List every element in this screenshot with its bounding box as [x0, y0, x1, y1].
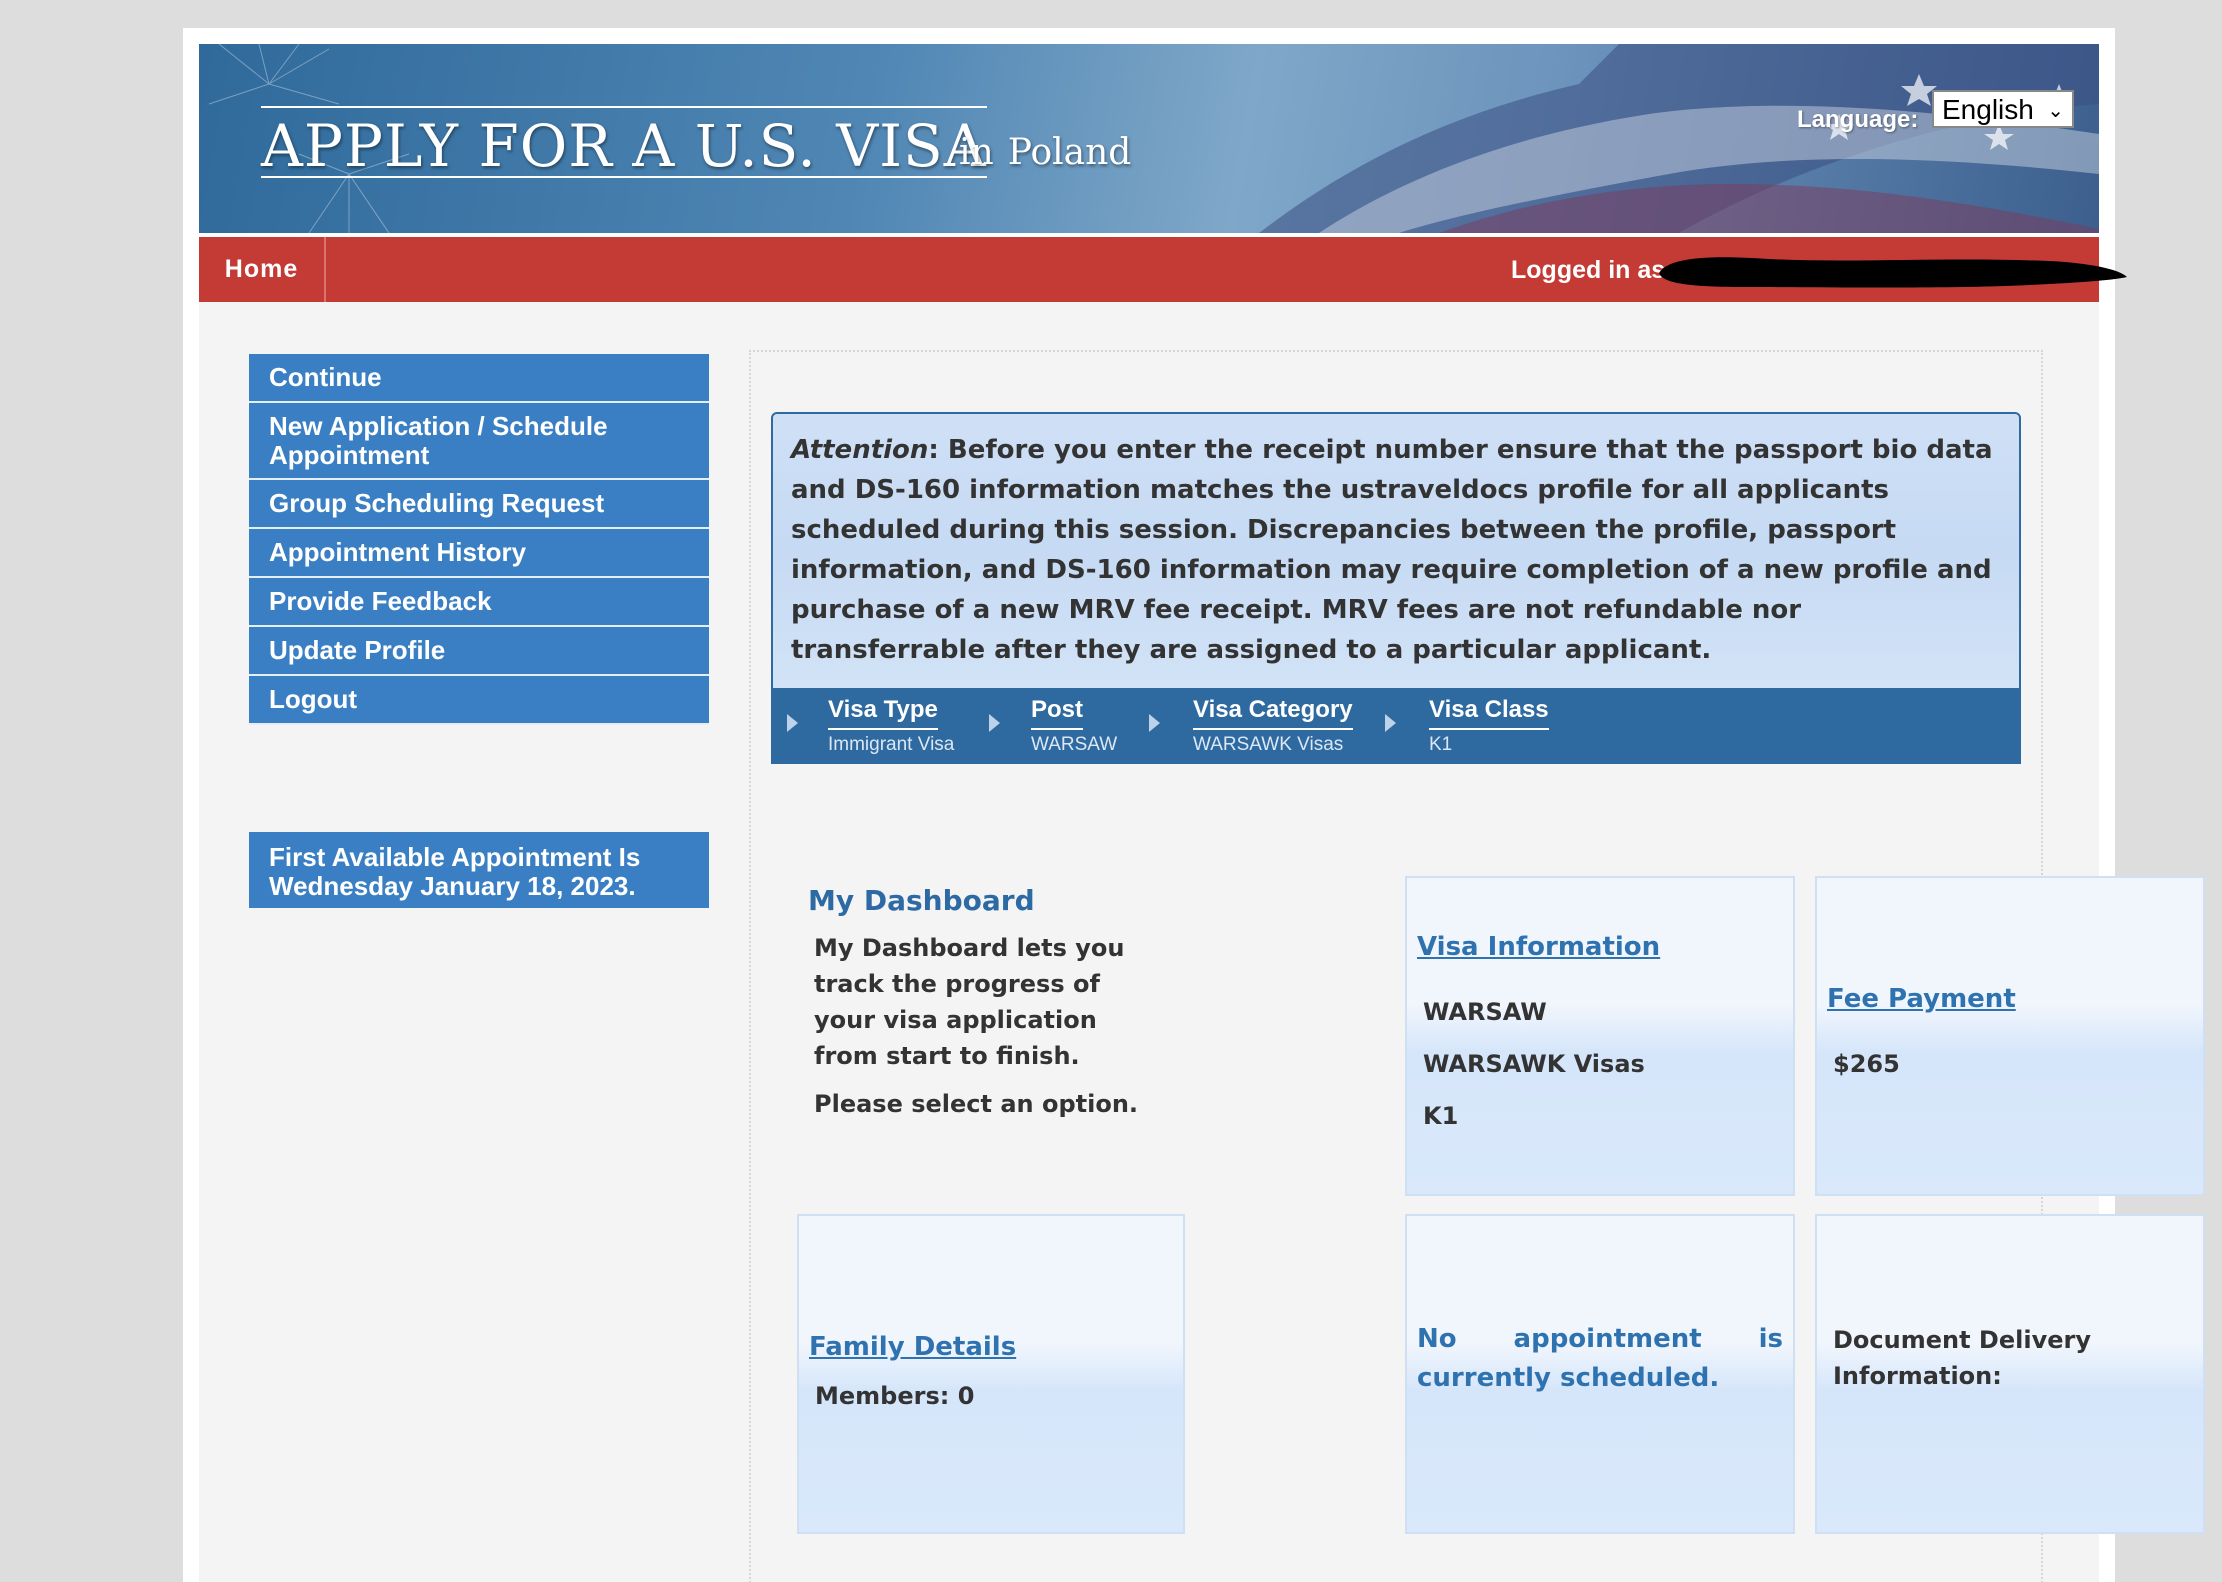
document-delivery-card: Document Delivery Information: — [1815, 1214, 2205, 1534]
sidebar-menu: Continue New Application / Schedule Appo… — [249, 354, 709, 725]
sidebar-item-group-scheduling[interactable]: Group Scheduling Request — [249, 480, 709, 529]
visa-category-value: WARSAWK Visas — [1423, 1050, 1645, 1078]
chevron-down-icon: ⌄ — [2047, 100, 2064, 122]
visa-class-value: K1 — [1423, 1102, 1459, 1130]
attention-text: : Before you enter the receipt number en… — [791, 435, 1993, 665]
first-available-appointment: First Available Appointment Is Wednesday… — [249, 832, 709, 908]
breadcrumb-title: Visa Type — [828, 696, 938, 730]
visa-breadcrumb: Visa Type Immigrant Visa Post WARSAW Vis… — [771, 688, 2021, 764]
sidebar-item-continue[interactable]: Continue — [249, 354, 709, 403]
fee-payment-card: Fee Payment $265 — [1815, 876, 2205, 1196]
breadcrumb-value: K1 — [1429, 734, 1453, 755]
in-word: in — [959, 132, 994, 173]
sidebar-item-label: Update Profile — [269, 635, 446, 665]
visa-post-value: WARSAW — [1423, 998, 1547, 1026]
sidebar-item-provide-feedback[interactable]: Provide Feedback — [249, 578, 709, 627]
breadcrumb-title: Post — [1031, 696, 1084, 730]
sidebar-item-label: Group Scheduling Request — [269, 488, 605, 518]
home-link[interactable]: Home — [199, 237, 326, 302]
page: APPLY FOR A U.S. VISA in Poland Language:… — [183, 28, 2205, 1582]
header-banner: APPLY FOR A U.S. VISA in Poland Language:… — [199, 44, 2099, 233]
family-details-link[interactable]: Family Details — [809, 1332, 1016, 1362]
sidebar-item-new-application[interactable]: New Application / Schedule Appointment — [249, 403, 709, 480]
attention-notice: Attention: Before you enter the receipt … — [771, 412, 2021, 690]
logged-in-label: Logged in as — [1511, 256, 1666, 284]
family-details-card: Family Details Members: 0 — [797, 1214, 1185, 1534]
redacted-username-icon — [1659, 257, 2127, 288]
sidebar-item-label: Logout — [269, 684, 358, 714]
appointment-card: No appointment is currently scheduled. — [1405, 1214, 1795, 1534]
sidebar-item-update-profile[interactable]: Update Profile — [249, 627, 709, 676]
breadcrumb-arrow-icon — [1149, 714, 1160, 732]
dashboard-prompt: Please select an option. — [814, 1090, 1139, 1118]
country-name: Poland — [1007, 132, 1132, 173]
language-label: Language: — [1797, 106, 1919, 133]
breadcrumb-title: Visa Class — [1429, 696, 1549, 730]
fee-amount: $265 — [1833, 1050, 1900, 1078]
main-panel: Attention: Before you enter the receipt … — [749, 350, 2205, 1582]
breadcrumb-arrow-icon — [787, 714, 798, 732]
breadcrumb-arrow-icon — [1385, 714, 1396, 732]
top-nav: Home Logged in as — [199, 237, 2127, 302]
sidebar-item-label: Appointment History — [269, 537, 527, 567]
visa-information-card: Visa Information WARSAW WARSAWK Visas K1 — [1405, 876, 1795, 1196]
sidebar-item-logout[interactable]: Logout — [249, 676, 709, 725]
no-appointment-link[interactable]: No appointment is currently scheduled. — [1417, 1320, 1783, 1398]
document-delivery-label: Document Delivery Information: — [1833, 1326, 2091, 1390]
content-area: Continue New Application / Schedule Appo… — [199, 302, 2205, 1582]
family-members-count: Members: 0 — [815, 1382, 975, 1410]
breadcrumb-arrow-icon — [989, 714, 1000, 732]
breadcrumb-value: WARSAWK Visas — [1193, 734, 1344, 755]
breadcrumb-value: WARSAW — [1031, 734, 1118, 755]
dashboard-description: My Dashboard lets you track the progress… — [814, 934, 1125, 1070]
visa-information-link[interactable]: Visa Information — [1417, 932, 1660, 962]
sidebar-item-appointment-history[interactable]: Appointment History — [249, 529, 709, 578]
site-title: APPLY FOR A U.S. VISA — [261, 106, 987, 178]
sidebar-item-label: Provide Feedback — [269, 586, 492, 616]
language-value: English — [1942, 94, 2034, 125]
site-country: in Poland — [959, 132, 1131, 173]
sidebar-item-label: New Application / Schedule Appointment — [269, 410, 608, 470]
language-select[interactable]: English ⌄ — [1932, 90, 2074, 128]
attention-label: Attention — [791, 435, 929, 465]
breadcrumb-value: Immigrant Visa — [828, 734, 955, 755]
fee-payment-link[interactable]: Fee Payment — [1827, 984, 2016, 1014]
dashboard-title: My Dashboard — [808, 884, 1035, 917]
sidebar-item-label: Continue — [269, 362, 382, 392]
breadcrumb-title: Visa Category — [1193, 696, 1353, 730]
